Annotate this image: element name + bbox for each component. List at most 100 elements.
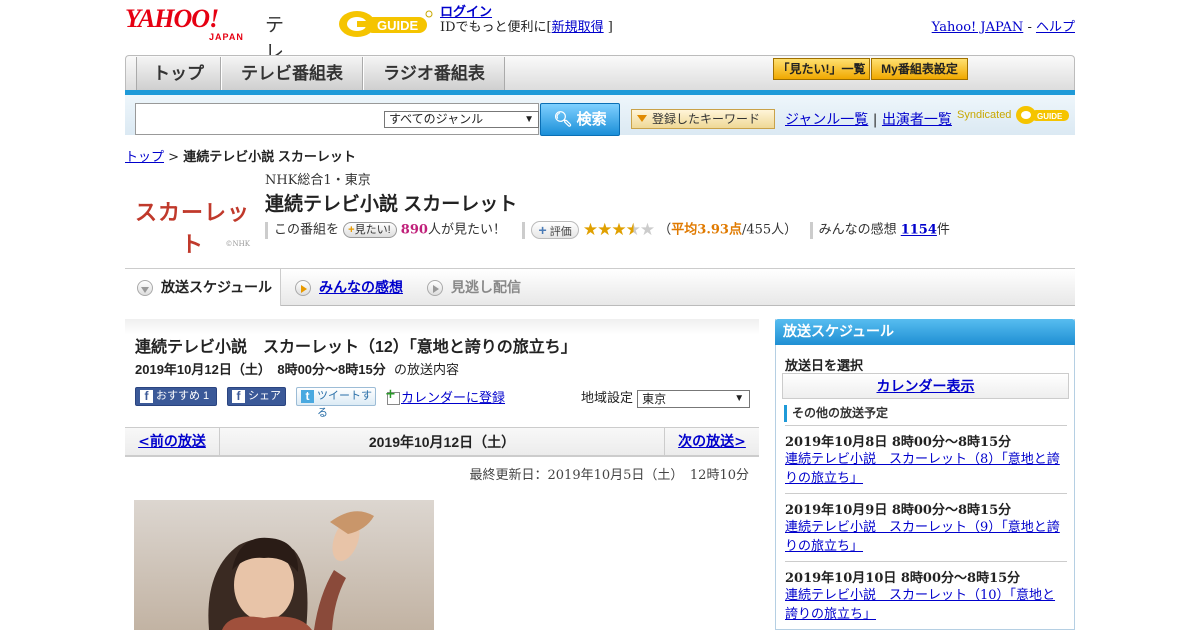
other-schedule-heading: その他の放送予定	[784, 405, 888, 422]
page: YAHOO! JAPAN テレビ GUIDE ログイン IDでもっと便利に[新規…	[125, 0, 1075, 630]
calendar-add-icon	[385, 387, 400, 405]
facebook-icon: f	[140, 390, 153, 403]
facebook-share-label: シェア	[248, 390, 281, 402]
program-channel: NHK総合1・東京	[265, 173, 371, 188]
program-thumbnail-title: スカーレット	[135, 200, 251, 257]
stat-divider	[265, 221, 268, 239]
japan-logo-text: JAPAN	[209, 32, 244, 42]
subtab-streaming-label: 見逃し配信	[451, 279, 521, 295]
calendar-display-link[interactable]: カレンダー表示	[877, 378, 975, 394]
star-empty-icon: ★	[639, 220, 655, 240]
tweet-label: ツイートする	[317, 390, 372, 419]
want-suffix: 人が見たい！	[427, 222, 506, 238]
episode-photo	[134, 500, 434, 630]
want-count: 890	[400, 222, 428, 238]
genre-select[interactable]: すべてのジャンル ▼	[384, 111, 539, 128]
program-thumbnail-copyright: ©NHK	[225, 240, 250, 248]
tab-top[interactable]: トップ	[136, 57, 221, 90]
region-label: 地域設定	[581, 391, 634, 406]
login-close: ]	[607, 20, 613, 35]
search-links: ジャンル一覧 | 出演者一覧	[785, 109, 952, 129]
subtab-schedule[interactable]: 放送スケジュール	[125, 269, 281, 306]
tab-tv-schedule[interactable]: テレビ番組表	[221, 57, 363, 90]
broadcast-pager: <前の放送 2019年10月12日（土） 次の放送>	[125, 427, 759, 457]
registered-keywords-label: 登録したキーワード	[652, 112, 761, 126]
dropdown-arrow-icon: ▼	[524, 114, 534, 125]
main-nav: トップ テレビ番組表 ラジオ番組表 「見たい!」一覧 My番組表設定	[125, 55, 1075, 93]
register-link[interactable]: 新規取得	[552, 20, 604, 35]
syndicated-badge: Syndicated GUIDE	[957, 104, 1071, 126]
my-schedule-button[interactable]: My番組表設定	[871, 58, 968, 80]
episode-date: 2019年10月12日（土） 8時00分～8時15分	[135, 362, 386, 377]
play-arrow-icon	[295, 280, 311, 297]
gguide-small-logo: GUIDE	[1015, 106, 1069, 124]
stat-divider	[522, 221, 526, 239]
breadcrumb-top-link[interactable]: トップ	[125, 150, 164, 165]
last-updated: 最終更新日：2019年10月5日（土） 12時10分	[469, 468, 749, 483]
login-text: IDでもっと便利に[	[440, 20, 552, 35]
next-broadcast: 次の放送>	[664, 428, 759, 456]
subtab-reviews-link[interactable]: みんなの感想	[319, 279, 403, 295]
login-link[interactable]: ログイン	[440, 5, 492, 20]
link-divider: |	[872, 112, 878, 128]
breadcrumb: トップ > 連続テレビ小説 スカーレット	[125, 146, 356, 165]
genre-list-link[interactable]: ジャンル一覧	[785, 112, 868, 128]
search-button[interactable]: 🔍︎ 検索	[540, 103, 620, 136]
reviews-count-link[interactable]: 1154	[901, 223, 937, 238]
gguide-logo[interactable]: GUIDE	[335, 8, 433, 38]
calendar-register[interactable]: カレンダーに登録	[385, 387, 505, 406]
schedule-sidebar: 放送スケジュール 放送日を選択 カレンダー表示 その他の放送予定 2019年10…	[775, 319, 1075, 630]
program-stats: この番組を +見たい! 890人が見たい！ + 評価 ★★★★★ （平均3.93…	[265, 220, 950, 240]
prev-broadcast-link[interactable]: <前の放送	[138, 434, 206, 450]
facebook-recommend-button[interactable]: f おすすめ 1	[135, 387, 217, 406]
tweet-button[interactable]: t ツイートする	[296, 387, 376, 419]
login-area: ログイン IDでもっと便利に[新規取得 ]	[440, 5, 613, 35]
subtab-streaming[interactable]: 見逃し配信	[427, 269, 521, 306]
search-button-label: 検索	[576, 111, 607, 128]
schedule-item: 2019年10月10日 8時00分～8時15分 連続テレビ小説 スカーレット（1…	[785, 561, 1067, 624]
episode-title: 連続テレビ小説 スカーレット（12）「意地と誇りの旅立ち」	[135, 339, 577, 356]
schedule-item-link[interactable]: 連続テレビ小説 スカーレット（10）「意地と誇りの旅立ち」	[785, 588, 1055, 622]
sidebar-header: 放送スケジュール	[775, 319, 1075, 345]
rating-stars: ★★★★★	[582, 220, 655, 240]
breadcrumb-current: 連続テレビ小説 スカーレット	[183, 149, 356, 164]
select-date-label: 放送日を選択	[785, 358, 864, 373]
social-row: fおすすめ 1 fシェア tツイートする カレンダーに登録 地域設定 東京▼	[135, 387, 759, 419]
yahoo-logo-text: YAHOO!	[125, 4, 219, 33]
region-select-value: 東京	[642, 391, 667, 406]
schedule-item-date: 2019年10月8日 8時00分～8時15分	[785, 435, 1012, 450]
tab-radio-schedule[interactable]: ラジオ番組表	[363, 57, 505, 90]
next-broadcast-link[interactable]: 次の放送>	[678, 434, 746, 450]
rating-average: 平均3.93点	[671, 222, 742, 238]
help-link[interactable]: ヘルプ	[1036, 20, 1075, 35]
breadcrumb-separator: >	[168, 150, 180, 165]
yahoo-tv-logo[interactable]: YAHOO! JAPAN テレビ	[125, 4, 284, 91]
subtab-reviews[interactable]: みんなの感想	[295, 269, 403, 306]
genre-select-value: すべてのジャンル	[389, 112, 484, 126]
schedule-item-link[interactable]: 連続テレビ小説 スカーレット（8）「意地と誇りの旅立ち」	[785, 452, 1060, 486]
region-select[interactable]: 東京 ▼	[637, 389, 751, 408]
star-half-icon: ★	[625, 220, 641, 240]
facebook-share-button[interactable]: f シェア	[227, 387, 286, 406]
rating-open: （	[658, 222, 672, 238]
schedule-item-link[interactable]: 連続テレビ小説 スカーレット（9）「意地と誇りの旅立ち」	[785, 520, 1060, 554]
twitter-bird-icon: t	[301, 390, 314, 403]
yahoo-japan-link[interactable]: Yahoo! JAPAN	[932, 20, 1024, 35]
play-arrow-icon	[427, 280, 443, 297]
program-thumbnail: スカーレット ©NHK	[135, 175, 250, 257]
want-list-button[interactable]: 「見たい!」一覧	[773, 58, 870, 80]
performer-list-link[interactable]: 出演者一覧	[882, 112, 952, 128]
calendar-display-button[interactable]: カレンダー表示	[782, 373, 1069, 399]
calendar-register-link[interactable]: カレンダーに登録	[401, 391, 505, 406]
star-icon: ★	[597, 220, 612, 240]
episode-header: 連続テレビ小説 スカーレット（12）「意地と誇りの旅立ち」 2019年10月12…	[125, 319, 759, 378]
star-icon: ★	[582, 220, 598, 240]
want-button[interactable]: +見たい!	[343, 222, 397, 238]
reviews-suffix: 件	[936, 222, 950, 238]
dropdown-arrow-icon: ▼	[734, 392, 745, 404]
rating-button[interactable]: + 評価	[531, 221, 579, 239]
facebook-icon: f	[232, 390, 245, 403]
facebook-recommend-label: おすすめ 1	[156, 390, 210, 402]
want-prefix: この番組を	[274, 222, 340, 238]
registered-keywords-button[interactable]: 登録したキーワード	[631, 109, 775, 129]
